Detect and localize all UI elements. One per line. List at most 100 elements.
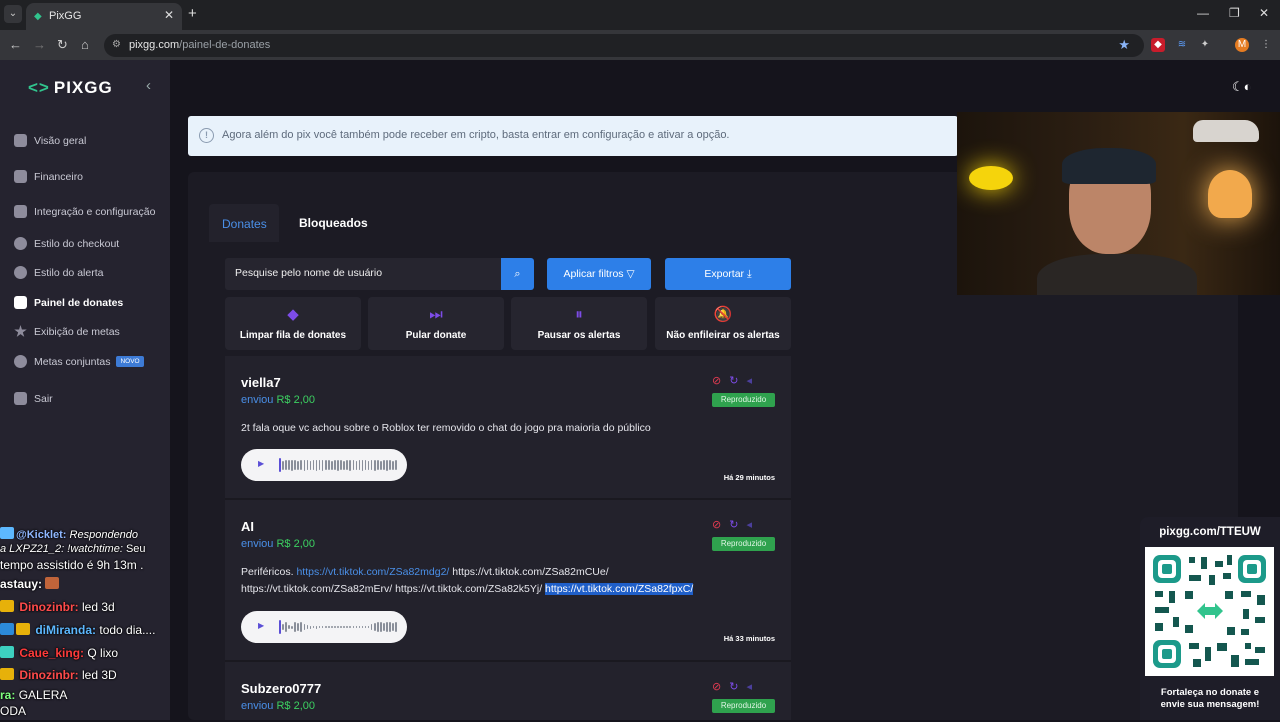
donor-name: AI [241, 519, 254, 534]
donate-actions: ⊘ ↻ ◂ [712, 374, 752, 387]
export-button[interactable]: Exportar ⤓ [665, 258, 791, 290]
chat-emote [45, 577, 60, 589]
webcam-lamp-yellow [969, 166, 1013, 190]
palette-icon [14, 237, 27, 250]
chat-emote [0, 623, 14, 635]
minimize-icon[interactable]: — [1197, 6, 1209, 20]
palette-alert-icon [14, 266, 27, 279]
search-button[interactable]: ⌕ [501, 258, 534, 290]
chat-message: ra: GALERA [0, 688, 68, 702]
chat-message: astauy: [0, 577, 61, 591]
play-icon[interactable]: ▶ [258, 621, 264, 630]
audio-waveform[interactable] [279, 458, 397, 472]
pixgg-logo[interactable]: <> PIXGG [28, 78, 113, 98]
wallet-icon [14, 170, 27, 183]
profile-avatar[interactable]: M [1235, 38, 1249, 52]
target-icon [14, 355, 27, 368]
audio-player[interactable]: ▶ [241, 611, 407, 643]
sidebar-item-estilo-checkout[interactable]: Estilo do checkout [14, 237, 119, 250]
sidebar-item-exibicao-metas[interactable]: Exibição de metas [14, 325, 120, 338]
sidebar-item-estilo-alerta[interactable]: Estilo do alerta [14, 266, 103, 279]
donate-item: viella7 enviou R$ 2,00 ⊘ ↻ ◂ Reproduzido… [225, 356, 791, 498]
extension-shield-icon[interactable]: ◆ [1151, 38, 1165, 52]
pixgg-favicon-icon: ◆ [34, 11, 42, 22]
sidebar-item-metas-conjuntas[interactable]: Metas conjuntas NOVO [14, 355, 144, 368]
close-tab-icon[interactable]: ✕ [164, 8, 174, 22]
donate-message: 2t fala oque vc achou sobre o Roblox ter… [241, 422, 651, 434]
url-field[interactable]: ⚙ pixgg.com/painel-de-donates ★ [104, 34, 1144, 57]
home-icon [14, 134, 27, 147]
donate-amount: R$ 2,00 [276, 394, 316, 406]
audio-waveform[interactable] [279, 620, 397, 634]
qr-title: pixgg.com/TTEUW [1159, 526, 1261, 538]
message-link[interactable]: https://vt.tiktok.com/ZSa82mdg2/ [296, 566, 449, 578]
info-banner: ! Agora além do pix você também pode rec… [188, 116, 958, 156]
mute-icon[interactable]: ◂ [746, 680, 752, 693]
restore-icon[interactable]: ❐ [1229, 6, 1240, 20]
donate-list: viella7 enviou R$ 2,00 ⊘ ↻ ◂ Reproduzido… [225, 356, 791, 720]
donate-actions: ⊘ ↻ ◂ [712, 518, 752, 531]
tab-donates[interactable]: Donates [209, 204, 279, 242]
message-link-selected[interactable]: https://vt.tiktok.com/ZSa82fpxC/ [545, 583, 694, 595]
skip-donate-button[interactable]: ⏭ Pular donate [368, 297, 504, 350]
pause-alerts-button[interactable]: ⏸ Pausar os alertas [511, 297, 647, 350]
sidebar-item-visao-geral[interactable]: Visão geral [14, 134, 86, 147]
no-queue-alerts-button[interactable]: 🔕 Não enfileirar os alertas [655, 297, 791, 350]
donate-sent: enviou R$ 2,00 [241, 538, 316, 550]
crown-emote [16, 623, 30, 635]
audio-player[interactable]: ▶ [241, 449, 407, 481]
clear-queue-button[interactable]: ◆ Limpar fila de donates [225, 297, 361, 350]
home-icon[interactable]: ⌂ [81, 37, 89, 52]
info-banner-text: Agora além do pix você também pode receb… [222, 129, 730, 141]
search-input[interactable] [235, 267, 490, 279]
bell-off-icon: 🔕 [713, 306, 733, 323]
replay-icon[interactable]: ↻ [729, 518, 738, 531]
site-info-icon[interactable]: ⚙ [112, 39, 121, 50]
tab-title: PixGG [49, 10, 82, 22]
mute-icon[interactable]: ◂ [746, 518, 752, 531]
chat-message: Dinozinbr: led 3d [0, 600, 115, 614]
search-icon: ⌕ [514, 268, 521, 280]
close-window-icon[interactable]: ✕ [1259, 6, 1269, 20]
back-icon[interactable]: ← [9, 37, 22, 52]
replay-icon[interactable]: ↻ [729, 680, 738, 693]
chat-message: a LXPZ21_2: !watchtime: Seu [0, 543, 146, 555]
play-icon[interactable]: ▶ [258, 459, 264, 468]
extensions-puzzle-icon[interactable]: ✦ [1198, 38, 1212, 52]
sidebar-item-integracao[interactable]: Integração e configuração [14, 205, 155, 218]
forward-icon[interactable]: → [33, 37, 46, 52]
browser-tab[interactable]: ◆ PixGG ✕ [26, 3, 182, 30]
donate-sent: enviou R$ 2,00 [241, 394, 316, 406]
replay-icon[interactable]: ↻ [729, 374, 738, 387]
apply-filters-button[interactable]: Aplicar filtros ▽ [547, 258, 651, 290]
new-tab-icon[interactable]: + [188, 5, 197, 22]
new-badge: NOVO [116, 356, 144, 367]
pixgg-logo-icon: <> [28, 78, 50, 97]
collapse-sidebar-icon[interactable]: ‹ [146, 77, 151, 94]
browser-menu-icon[interactable]: ⋮ [1259, 38, 1273, 52]
mute-icon[interactable]: ◂ [746, 374, 752, 387]
reload-icon[interactable]: ↻ [57, 37, 68, 53]
donor-name: Subzero0777 [241, 681, 322, 696]
tab-search-icon[interactable]: ⌄ [4, 5, 22, 23]
webcam-person-cap [1062, 148, 1156, 184]
url-text: pixgg.com/painel-de-donates [129, 39, 271, 51]
webcam-car-decoration [1193, 120, 1259, 142]
qr-footer: Fortaleça no donate e envie sua mensagem! [1160, 687, 1260, 710]
donate-actions: ⊘ ↻ ◂ [712, 680, 752, 693]
browser-tabbar: ⌄ ◆ PixGG ✕ + — ❐ ✕ [0, 0, 1280, 30]
bookmark-star-icon[interactable]: ★ [1118, 37, 1130, 53]
sidebar-item-financeiro[interactable]: Financeiro [14, 170, 83, 183]
block-icon[interactable]: ⊘ [712, 680, 721, 693]
block-icon[interactable]: ⊘ [712, 374, 721, 387]
block-icon[interactable]: ⊘ [712, 518, 721, 531]
pause-icon: ⏸ [575, 306, 583, 323]
extension-wifi-icon[interactable]: ≋ [1175, 38, 1189, 52]
tab-bloqueados[interactable]: Bloqueados [299, 216, 368, 230]
qr-code [1145, 547, 1274, 676]
stream-chat: @Kicklet: Respondendo a LXPZ21_2: !watch… [0, 520, 186, 720]
sidebar-item-painel-donates[interactable]: Painel de donates [14, 296, 123, 309]
sidebar-item-sair[interactable]: Sair [14, 392, 53, 405]
filter-icon: ▽ [626, 268, 635, 280]
theme-toggle-moon-icon[interactable]: ☾◐ [1232, 79, 1252, 95]
